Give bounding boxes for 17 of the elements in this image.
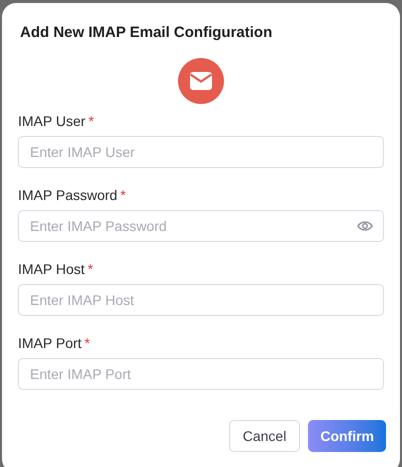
input-field[interactable]: Enter IMAP Port xyxy=(18,358,384,390)
required-mark: * xyxy=(88,260,94,279)
field-label: IMAP Host xyxy=(18,260,85,279)
input-field[interactable]: Enter IMAP User xyxy=(18,136,384,168)
confirm-button[interactable]: Confirm xyxy=(308,420,386,452)
required-mark: * xyxy=(84,334,90,353)
eye-icon[interactable] xyxy=(357,220,373,232)
field-label: IMAP User xyxy=(18,112,86,131)
cancel-button[interactable]: Cancel xyxy=(228,420,300,452)
field-label: IMAP Port xyxy=(18,334,82,353)
dialog-title: Add New IMAP Email Configuration xyxy=(20,23,274,43)
required-mark: * xyxy=(120,186,126,205)
password-field[interactable]: Enter IMAP Password xyxy=(18,210,384,242)
envelope-icon xyxy=(178,58,224,104)
input-field[interactable]: Enter IMAP Host xyxy=(18,284,384,316)
required-mark: * xyxy=(88,112,94,131)
field-label: IMAP Password xyxy=(18,186,118,205)
